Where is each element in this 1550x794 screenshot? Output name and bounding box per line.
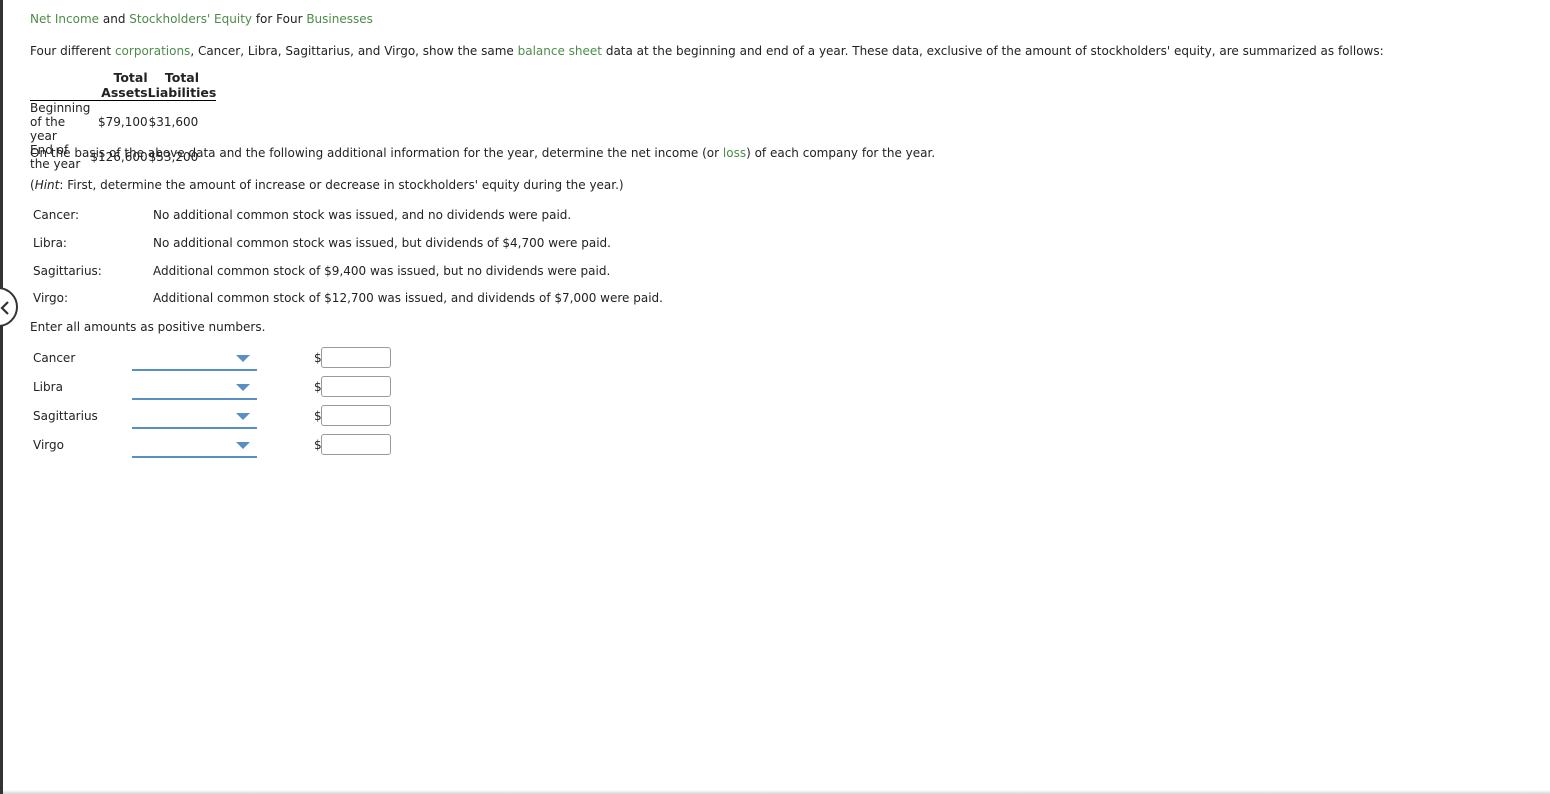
dropdown-arrow-icon bbox=[236, 355, 250, 362]
entry-instruction: Enter all amounts as positive numbers. bbox=[30, 320, 266, 334]
dropdown-arrow-icon bbox=[236, 384, 250, 391]
bottom-edge bbox=[3, 790, 1550, 794]
title-text: and bbox=[99, 12, 130, 26]
hint-label: Hint bbox=[34, 178, 60, 192]
company-label: Sagittarius: bbox=[33, 264, 102, 278]
company-label: Libra: bbox=[33, 236, 67, 250]
info-row-sagittarius: Sagittarius: Additional common stock of $… bbox=[33, 264, 610, 278]
table-row: Beginning of the year $79,100 $31,600 bbox=[30, 101, 216, 143]
term-link-stockholders-equity[interactable]: Stockholders' Equity bbox=[129, 12, 252, 26]
info-row-cancer: Cancer: No additional common stock was is… bbox=[33, 208, 571, 222]
column-header-total-assets: Total Assets bbox=[90, 70, 148, 101]
answer-company-label: Sagittarius bbox=[33, 409, 98, 423]
chevron-left-icon bbox=[0, 301, 9, 315]
company-label: Cancer: bbox=[33, 208, 80, 222]
answer-company-label: Libra bbox=[33, 380, 63, 394]
company-label: Virgo: bbox=[33, 291, 69, 305]
income-type-dropdown[interactable] bbox=[132, 434, 257, 458]
amount-input[interactable] bbox=[321, 347, 391, 368]
amount-input[interactable] bbox=[321, 434, 391, 455]
row-label: Beginning of the year bbox=[30, 101, 91, 143]
income-type-dropdown[interactable] bbox=[132, 347, 257, 371]
company-info: No additional common stock was issued, b… bbox=[153, 236, 611, 250]
basis-text: ) of each company for the year. bbox=[746, 146, 936, 160]
amount-input[interactable] bbox=[321, 376, 391, 397]
term-link-corporations[interactable]: corporations bbox=[115, 44, 190, 58]
question-title: Net Income and Stockholders' Equity for … bbox=[30, 12, 373, 26]
term-link-net-income[interactable]: Net Income bbox=[30, 12, 99, 26]
income-type-dropdown[interactable] bbox=[132, 376, 257, 400]
column-header-label bbox=[30, 70, 91, 101]
intro-text: Four different bbox=[30, 44, 115, 58]
dropdown-arrow-icon bbox=[236, 413, 250, 420]
income-type-dropdown[interactable] bbox=[132, 405, 257, 429]
term-link-balance-sheet[interactable]: balance sheet bbox=[518, 44, 602, 58]
answer-company-label: Virgo bbox=[33, 438, 64, 452]
hint-text: : First, determine the amount of increas… bbox=[59, 178, 624, 192]
left-panel-edge bbox=[0, 0, 3, 794]
table-header-row: Total Assets Total Liabilities bbox=[30, 70, 216, 101]
total-assets-value: $79,100 bbox=[97, 115, 148, 129]
company-info: Additional common stock of $9,400 was is… bbox=[153, 264, 611, 278]
intro-paragraph: Four different corporations, Cancer, Lib… bbox=[30, 44, 1384, 58]
total-liabilities-value: $31,600 bbox=[148, 115, 199, 129]
basis-text: On the basis of the above data and the f… bbox=[30, 146, 723, 160]
title-text: for Four bbox=[252, 12, 307, 26]
column-header-total-liabilities: Total Liabilities bbox=[147, 70, 217, 101]
dropdown-arrow-icon bbox=[236, 442, 250, 449]
term-link-loss[interactable]: loss bbox=[723, 146, 746, 160]
intro-text: data at the beginning and end of a year.… bbox=[602, 44, 1384, 58]
hint-paragraph: (Hint: First, determine the amount of in… bbox=[30, 178, 624, 192]
collapse-panel-button[interactable] bbox=[0, 287, 18, 327]
instructions-paragraph: On the basis of the above data and the f… bbox=[30, 146, 935, 160]
info-row-libra: Libra: No additional common stock was iss… bbox=[33, 236, 611, 250]
amount-input[interactable] bbox=[321, 405, 391, 426]
company-info: No additional common stock was issued, a… bbox=[153, 208, 572, 222]
term-link-businesses[interactable]: Businesses bbox=[306, 12, 373, 26]
info-row-virgo: Virgo: Additional common stock of $12,700… bbox=[33, 291, 663, 305]
company-info: Additional common stock of $12,700 was i… bbox=[153, 291, 663, 305]
answer-company-label: Cancer bbox=[33, 351, 76, 365]
intro-text: , Cancer, Libra, Sagittarius, and Virgo,… bbox=[190, 44, 518, 58]
